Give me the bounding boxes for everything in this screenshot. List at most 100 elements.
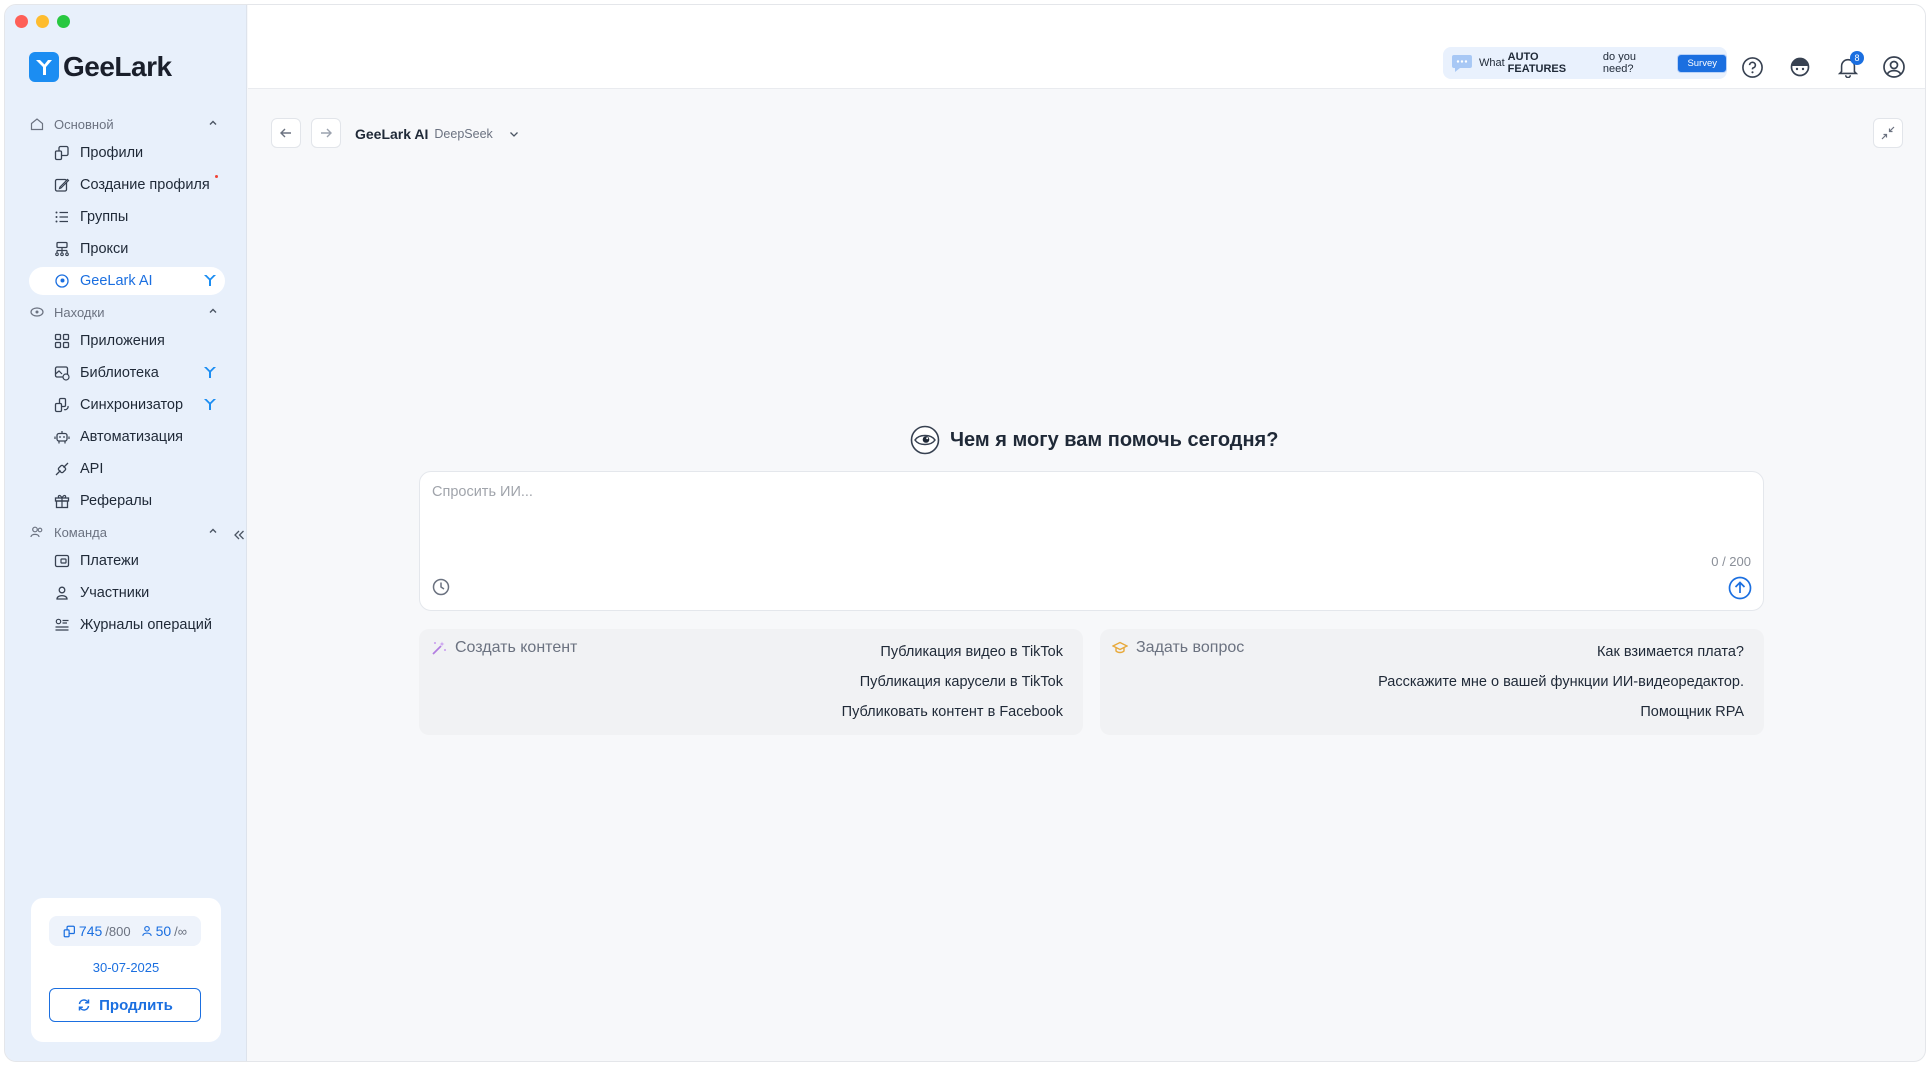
send-arrow-up-icon[interactable] <box>1728 576 1752 600</box>
quota-pill: 745/800 50/∞ <box>49 916 201 946</box>
sidebar-item-label: Журналы операций <box>80 617 212 633</box>
sidebar-item-label: Группы <box>80 209 129 225</box>
suggestion-list: Как взимается плата? Расскажите мне о ва… <box>1378 643 1744 733</box>
suggestion-item[interactable]: Как взимается плата? <box>1378 643 1744 673</box>
team-icon <box>29 524 45 540</box>
new-dot-indicator <box>215 175 218 178</box>
edit-icon <box>53 176 71 194</box>
sidebar-item-payments[interactable]: Платежи <box>29 547 225 575</box>
premium-badge-icon <box>203 397 217 415</box>
app-window: GeeLark Основной Профили Создание профил… <box>4 4 1926 1062</box>
history-clock-icon[interactable] <box>432 578 450 596</box>
premium-badge-icon <box>203 273 217 291</box>
sidebar-item-geelark-ai[interactable]: GeeLark AI <box>29 267 225 295</box>
sidebar-item-members[interactable]: Участники <box>29 579 225 607</box>
sidebar-item-groups[interactable]: Группы <box>29 203 225 231</box>
ai-eye-icon <box>53 272 71 290</box>
expiry-date: 30-07-2025 <box>92 960 160 975</box>
members-quota-icon <box>141 925 152 937</box>
card-header: Создать контент <box>431 639 577 657</box>
profiles-quota-icon <box>63 925 75 937</box>
ask-question-card: Задать вопрос Как взимается плата? Расск… <box>1100 629 1764 735</box>
top-bar: What AUTO FEATURES do you need? Survey 8 <box>248 5 1925 89</box>
section-discoveries[interactable]: Находки <box>29 301 225 323</box>
notifications-bell-icon[interactable]: 8 <box>1836 51 1864 79</box>
proxy-icon <box>53 240 71 258</box>
survey-suffix: do you need? <box>1602 51 1636 75</box>
sidebar-item-label: Профили <box>80 145 144 161</box>
back-button[interactable] <box>271 118 301 148</box>
sidebar-item-synchronizer[interactable]: Синхронизатор <box>29 391 225 419</box>
minimize-window-button[interactable] <box>36 15 49 28</box>
sidebar-item-automation[interactable]: Автоматизация <box>29 423 225 451</box>
suggestion-item[interactable]: Публикация карусели в TikTok <box>842 673 1063 703</box>
sidebar-item-operation-logs[interactable]: Журналы операций <box>29 611 225 639</box>
account-avatar-icon[interactable] <box>1882 55 1906 79</box>
user-icon <box>53 584 71 602</box>
library-icon <box>53 364 71 382</box>
suggestion-item[interactable]: Публикация видео в TikTok <box>842 643 1063 673</box>
arrow-right-icon <box>321 128 332 138</box>
notification-count-badge: 8 <box>1850 51 1864 65</box>
home-icon <box>29 116 45 132</box>
members-used: 50 <box>155 923 172 939</box>
suggestion-item[interactable]: Публиковать контент в Facebook <box>842 703 1063 733</box>
sidebar-item-label: Синхронизатор <box>80 397 184 413</box>
wallet-icon <box>53 552 71 570</box>
collapse-sidebar-icon[interactable] <box>233 528 245 546</box>
maximize-window-button[interactable] <box>57 15 70 28</box>
chevron-down-icon <box>509 132 518 137</box>
forward-button[interactable] <box>311 118 341 148</box>
section-main[interactable]: Основной <box>29 113 225 135</box>
api-icon <box>53 460 71 478</box>
breadcrumb[interactable]: GeeLark AI DeepSeek <box>355 126 521 142</box>
arrow-left-icon <box>280 128 291 138</box>
prompt-input[interactable] <box>432 484 1742 544</box>
suggestion-list: Публикация видео в TikTok Публикация кар… <box>842 643 1063 733</box>
window-controls <box>15 15 70 28</box>
sidebar: GeeLark Основной Профили Создание профил… <box>5 5 247 1061</box>
sidebar-item-label: Прокси <box>80 241 129 257</box>
section-team[interactable]: Команда <box>29 521 225 543</box>
sidebar-item-apps[interactable]: Приложения <box>29 327 225 355</box>
members-total: /∞ <box>174 923 188 939</box>
renew-button[interactable]: Продлить <box>49 988 201 1022</box>
sidebar-item-label: API <box>80 461 104 477</box>
create-content-card: Создать контент Публикация видео в TikTo… <box>419 629 1083 735</box>
sidebar-item-library[interactable]: Библиотека <box>29 359 225 387</box>
survey-banner[interactable]: What AUTO FEATURES do you need? Survey <box>1443 47 1728 79</box>
sidebar-item-api[interactable]: API <box>29 455 225 483</box>
section-label: Команда <box>54 524 107 540</box>
collapse-view-button[interactable] <box>1873 118 1903 148</box>
sidebar-item-proxy[interactable]: Прокси <box>29 235 225 263</box>
greeting: Чем я могу вам помочь сегодня? <box>910 425 1278 455</box>
suggestion-item[interactable]: Расскажите мне о вашей функции ИИ-видеор… <box>1378 673 1744 703</box>
app-name: GeeLark <box>63 51 172 82</box>
sidebar-item-create-profile[interactable]: Создание профиля <box>29 171 225 199</box>
ai-eye-logo-icon <box>910 425 940 455</box>
survey-button[interactable]: Survey <box>1677 53 1728 73</box>
sidebar-item-label: Рефералы <box>80 493 153 509</box>
list-icon <box>53 208 71 226</box>
graduation-cap-icon <box>1112 641 1128 654</box>
close-window-button[interactable] <box>15 15 28 28</box>
chevron-up-icon[interactable] <box>207 305 219 320</box>
survey-prefix: What <box>1478 57 1505 69</box>
sidebar-item-label: Автоматизация <box>80 429 184 445</box>
sidebar-item-label: Приложения <box>80 333 165 349</box>
chevron-up-icon[interactable] <box>207 525 219 540</box>
sidebar-item-label: Платежи <box>80 553 139 569</box>
profiles-used: 745 <box>78 923 103 939</box>
sidebar-item-referrals[interactable]: Рефералы <box>29 487 225 515</box>
sync-icon <box>53 396 71 414</box>
profiles-icon <box>53 144 71 162</box>
support-agent-icon[interactable] <box>1788 55 1812 79</box>
prompt-box: 0 / 200 <box>419 471 1764 611</box>
model-selector[interactable]: DeepSeek <box>434 127 492 141</box>
help-icon[interactable] <box>1740 55 1764 79</box>
magic-wand-icon <box>432 641 446 655</box>
suggestion-item[interactable]: Помощник RPA <box>1378 703 1744 733</box>
profiles-total: /800 <box>105 923 131 939</box>
chevron-up-icon[interactable] <box>207 117 219 132</box>
sidebar-item-profiles[interactable]: Профили <box>29 139 225 167</box>
